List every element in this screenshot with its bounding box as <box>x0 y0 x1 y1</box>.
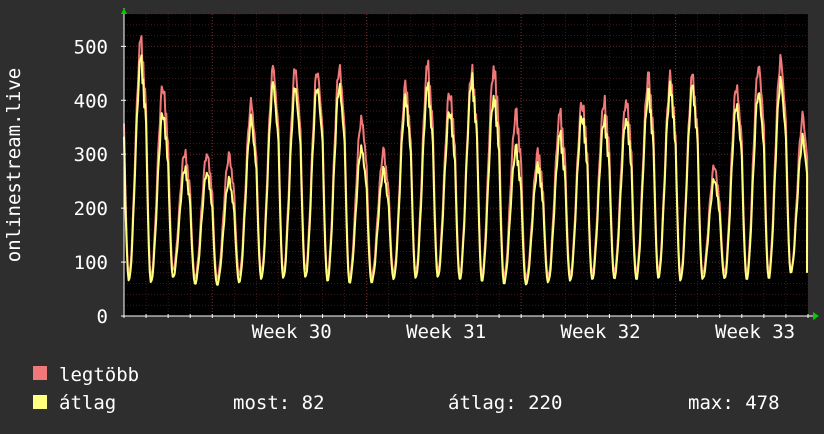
x-tick-labels: Week 30 Week 31 Week 32 Week 33 <box>252 321 795 343</box>
stat-max: max: 478 <box>688 392 780 414</box>
x-tick-label: Week 32 <box>561 321 641 343</box>
y-tick-label: 400 <box>74 90 108 112</box>
y-tick-label: 300 <box>74 144 108 166</box>
legend-swatch-legtobb <box>33 366 47 380</box>
legend-label-legtobb: legtöbb <box>59 364 139 386</box>
legend: legtöbb átlag most: 82 átlag: 220 max: 4… <box>33 364 780 414</box>
legend-swatch-atlag <box>33 395 47 409</box>
y-tick-label: 200 <box>74 198 108 220</box>
x-tick-label: Week 33 <box>715 321 795 343</box>
chart-svg: 0100200300400500 Week 30 Week 31 Week 32 We… <box>3 8 819 414</box>
y-tick-label: 100 <box>74 252 108 274</box>
x-axis-arrow <box>813 312 819 320</box>
x-tick-label: Week 30 <box>252 321 332 343</box>
legend-label-atlag: átlag <box>59 392 116 414</box>
chart: 0 100 200 300 400 500 Week 30 Week 31 Week 32 We… <box>0 0 824 430</box>
x-tick-label: Week 31 <box>406 321 486 343</box>
stat-atlag: átlag: 220 <box>448 392 562 414</box>
y-axis-label: onlinestream.live <box>3 68 25 262</box>
y-axis-arrow <box>121 8 127 14</box>
y-tick-label: 0 <box>97 306 108 328</box>
stat-most: most: 82 <box>233 392 325 414</box>
y-tick-label: 500 <box>74 36 108 58</box>
y-tick-labels: 0 100 200 300 400 500 <box>74 36 108 328</box>
